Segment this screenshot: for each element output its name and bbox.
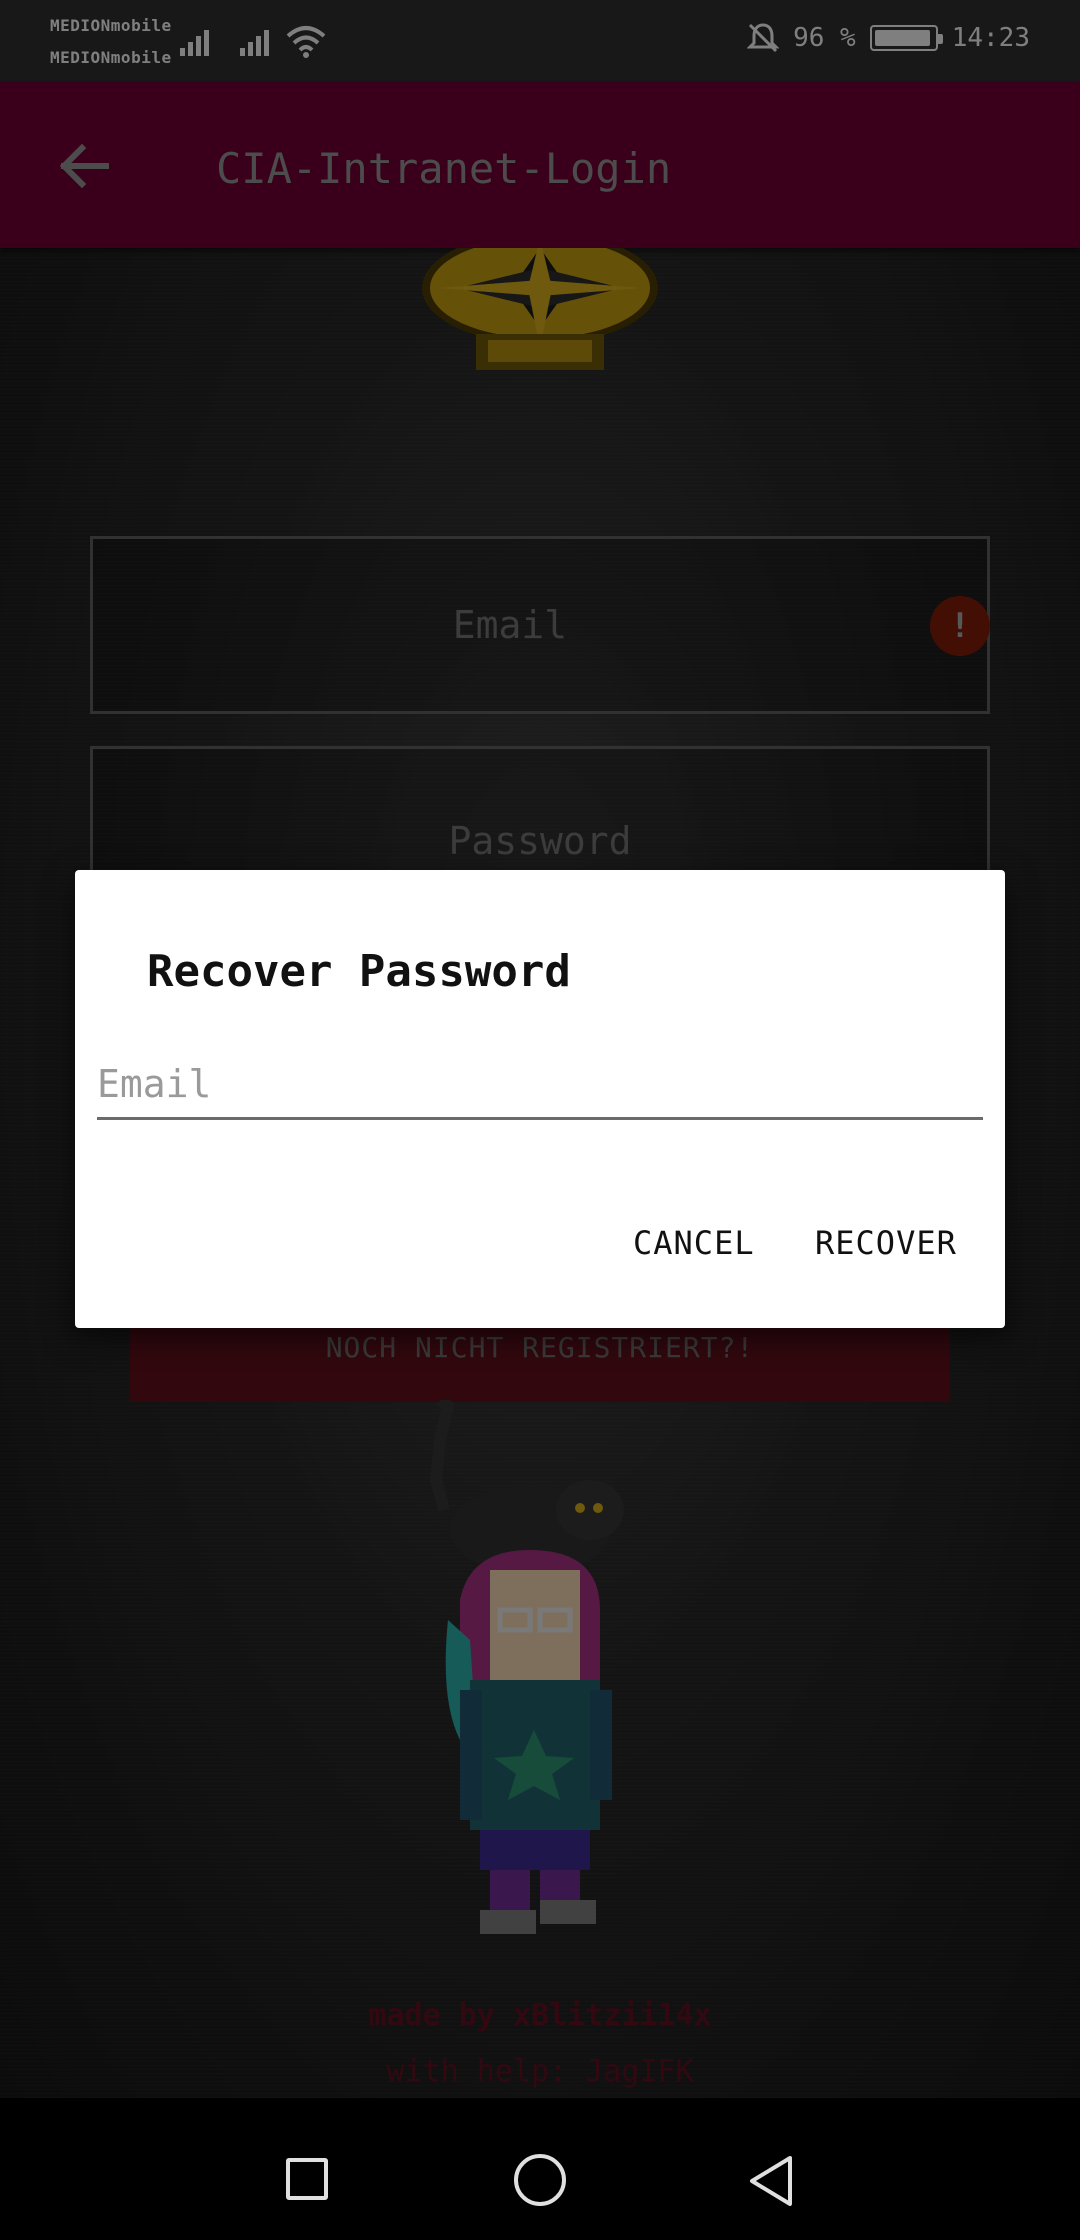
recent-apps-icon[interactable] <box>286 2158 328 2200</box>
recover-password-dialog: Recover Password CANCEL RECOVER <box>75 870 1005 1328</box>
home-icon[interactable] <box>514 2154 566 2206</box>
recover-button[interactable]: RECOVER <box>805 1216 967 1270</box>
recover-email-input[interactable] <box>97 1056 983 1120</box>
navigation-bar <box>0 2098 1080 2240</box>
back-triangle-icon[interactable] <box>746 2154 796 2208</box>
dialog-title: Recover Password <box>147 946 571 997</box>
cancel-button[interactable]: CANCEL <box>623 1216 765 1270</box>
